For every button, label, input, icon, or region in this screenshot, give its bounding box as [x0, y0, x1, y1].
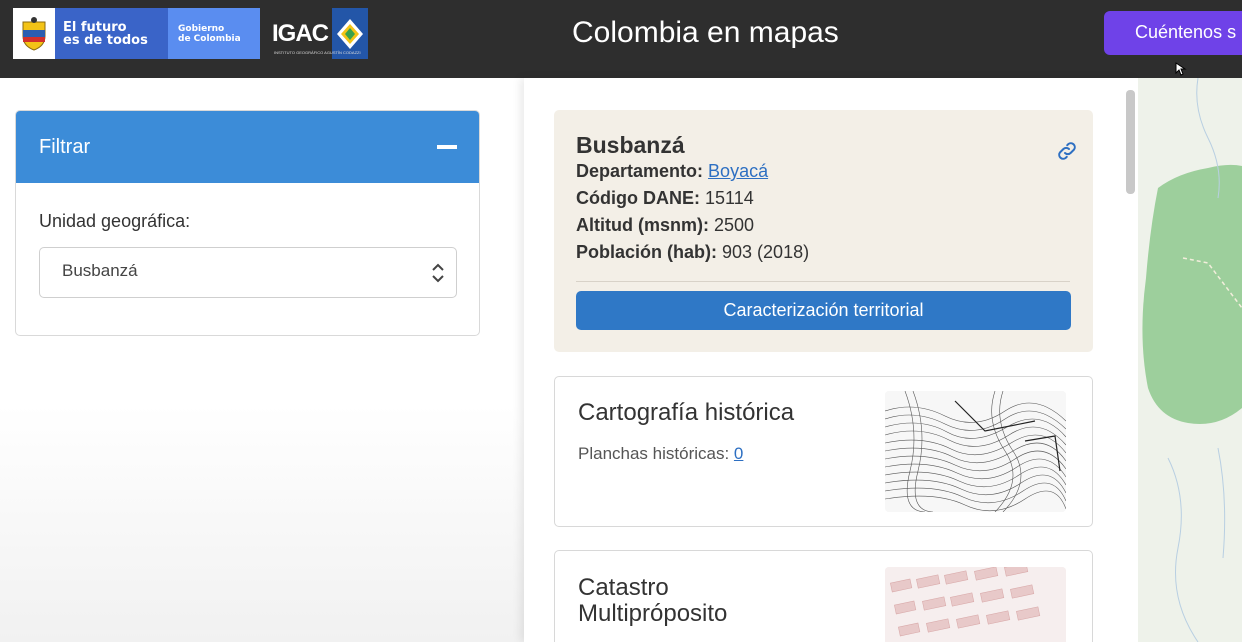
gobierno-logo[interactable]: El futuro es de todos Gobierno de Colomb… [13, 8, 260, 59]
coat-of-arms-icon [13, 8, 55, 59]
municipality-info-card: Busbanzá Departamento: Boyacá Código DAN… [554, 110, 1093, 352]
map-view[interactable] [1138, 78, 1242, 642]
historical-sheets-label: Planchas históricas: [578, 444, 730, 463]
population-label: Población (hab): [576, 242, 717, 262]
population-value: 903 (2018) [722, 242, 810, 262]
historical-cartography-title: Cartografía histórica [578, 399, 795, 426]
historical-sheets-count-link[interactable]: 0 [734, 444, 743, 463]
geographic-unit-value: Busbanzá [62, 261, 138, 280]
gov-logo-left: El futuro es de todos [13, 8, 168, 59]
geographic-unit-label: Unidad geográfica: [39, 211, 191, 231]
department-label: Departamento: [576, 161, 704, 181]
cadastre-title-line2: Multipróposito [578, 600, 728, 627]
gov-name: Gobierno de Colombia [168, 8, 260, 59]
geographic-unit-select[interactable]: Busbanzá [39, 247, 457, 298]
filter-header[interactable]: Filtrar [16, 111, 479, 183]
dane-code-value: 15114 [705, 188, 754, 208]
divider [576, 281, 1070, 282]
multipurpose-cadastre-card[interactable]: Catastro Multipróposito [554, 550, 1093, 642]
feedback-button[interactable]: Cuéntenos s [1104, 11, 1242, 55]
mouse-cursor-icon [1175, 62, 1187, 76]
altitude-label: Altitud (msnm): [576, 215, 709, 235]
map-canvas[interactable] [1138, 78, 1242, 642]
department-link[interactable]: Boyacá [708, 161, 768, 181]
igac-logo[interactable]: IGAC INSTITUTO GEOGRÁFICO AGUSTÍN CODAZZ… [272, 8, 374, 59]
gov-slogan-line1: El futuro [63, 19, 127, 35]
municipality-name: Busbanzá [576, 132, 685, 158]
igac-wordmark: IGAC INSTITUTO GEOGRÁFICO AGUSTÍN CODAZZ… [272, 19, 361, 55]
gov-name-line1: Gobierno [178, 23, 225, 34]
gov-slogan: El futuro es de todos [63, 21, 148, 47]
historical-sheets-row: Planchas históricas: 0 [578, 444, 743, 464]
population-row: Población (hab): 903 (2018) [576, 242, 809, 263]
department-row: Departamento: Boyacá [576, 161, 768, 182]
cadastre-map-thumbnail[interactable] [885, 567, 1066, 642]
cadastre-title-line1: Catastro [578, 574, 669, 601]
scrollbar-thumb[interactable] [1126, 90, 1135, 194]
dane-code-label: Código DANE: [576, 188, 700, 208]
site-title: Colombia en mapas [572, 16, 839, 49]
historical-cartography-card[interactable]: Cartografía histórica Planchas histórica… [554, 376, 1093, 527]
altitude-row: Altitud (msnm): 2500 [576, 215, 754, 236]
select-arrows-icon [432, 263, 444, 283]
gov-slogan-line2: es de todos [63, 32, 148, 48]
altitude-value: 2500 [714, 215, 755, 235]
top-bar: El futuro es de todos Gobierno de Colomb… [0, 0, 1242, 78]
dane-code-row: Código DANE: 15114 [576, 188, 754, 209]
gov-name-line2: de Colombia [178, 33, 241, 44]
filter-panel: Filtrar Unidad geográfica: Busbanzá [15, 110, 480, 336]
link-icon[interactable] [1055, 139, 1079, 163]
collapse-icon[interactable] [437, 145, 457, 149]
igac-subtitle: INSTITUTO GEOGRÁFICO AGUSTÍN CODAZZI [274, 49, 361, 55]
filter-title: Filtrar [39, 135, 91, 158]
topographic-map-thumbnail[interactable] [885, 391, 1066, 512]
territorial-characterization-button[interactable]: Caracterización territorial [576, 291, 1071, 330]
multipurpose-cadastre-title: Catastro Multipróposito [578, 575, 778, 627]
